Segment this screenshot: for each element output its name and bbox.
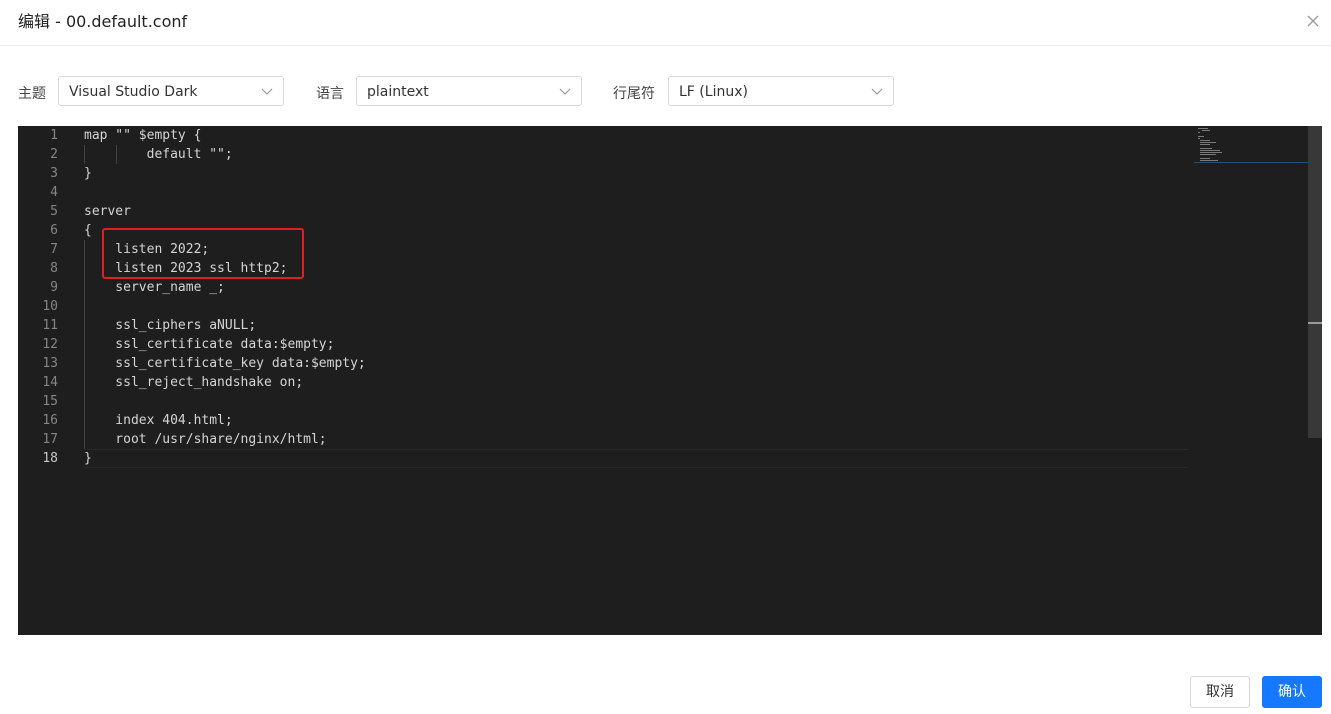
header-divider (0, 45, 1331, 46)
close-icon[interactable] (1306, 14, 1320, 28)
indent-guide (116, 145, 117, 164)
code-line: ssl_certificate_key data:$empty; (84, 356, 366, 371)
annotation-highlight-box (102, 228, 304, 279)
code-line: ssl_reject_handshake on; (84, 375, 304, 390)
theme-select[interactable]: Visual Studio Dark (58, 76, 284, 106)
code-line: root /usr/share/nginx/html; (84, 432, 327, 447)
vertical-scrollbar[interactable] (1308, 126, 1322, 438)
language-select[interactable]: plaintext (356, 76, 582, 106)
line-number: 2 (50, 147, 58, 162)
line-number: 17 (42, 432, 58, 447)
chevron-down-icon (871, 88, 883, 95)
scrollbar-marker (1308, 322, 1322, 324)
line-number: 4 (50, 185, 58, 200)
line-number: 14 (42, 375, 58, 390)
line-number: 9 (50, 280, 58, 295)
code-line: default ""; (84, 147, 233, 162)
code-line: server (84, 204, 131, 219)
line-number: 16 (42, 413, 58, 428)
line-number: 11 (42, 318, 58, 333)
line-number: 8 (50, 261, 58, 276)
line-number: 3 (50, 166, 58, 181)
code-editor[interactable]: 1 2 3 4 5 6 7 8 9 10 11 12 13 14 15 16 17 18 map "" $empt… (18, 126, 1322, 635)
code-line: map "" $empty { (84, 128, 202, 143)
language-select-value: plaintext (367, 84, 429, 100)
chevron-down-icon (559, 88, 571, 95)
eol-select-value: LF (Linux) (679, 84, 748, 100)
line-number: 7 (50, 242, 58, 257)
code-line: } (84, 166, 92, 181)
theme-select-value: Visual Studio Dark (69, 84, 198, 100)
code-line: server_name _; (84, 280, 225, 295)
chevron-down-icon (261, 88, 273, 95)
line-number: 18 (42, 451, 58, 466)
line-number: 1 (50, 128, 58, 143)
line-number: 5 (50, 204, 58, 219)
code-line: ssl_certificate data:$empty; (84, 337, 335, 352)
line-number: 15 (42, 394, 58, 409)
indent-guide (84, 240, 85, 449)
minimap[interactable] (1194, 126, 1308, 163)
indent-guide (84, 145, 85, 164)
line-number: 12 (42, 337, 58, 352)
language-label: 语言 (316, 86, 344, 102)
eol-select[interactable]: LF (Linux) (668, 76, 894, 106)
code-line: ssl_ciphers aNULL; (84, 318, 257, 333)
line-number: 13 (42, 356, 58, 371)
confirm-button[interactable]: 确认 (1262, 676, 1322, 708)
code-line: } (84, 451, 92, 466)
line-number: 6 (50, 223, 58, 238)
current-line-highlight (84, 449, 1188, 468)
cancel-button[interactable]: 取消 (1190, 676, 1250, 708)
theme-label: 主题 (18, 86, 46, 102)
code-line: index 404.html; (84, 413, 233, 428)
line-number: 10 (42, 299, 58, 314)
dialog-title: 编辑 - 00.default.conf (18, 12, 188, 31)
code-line: { (84, 223, 92, 238)
eol-label: 行尾符 (613, 86, 655, 102)
